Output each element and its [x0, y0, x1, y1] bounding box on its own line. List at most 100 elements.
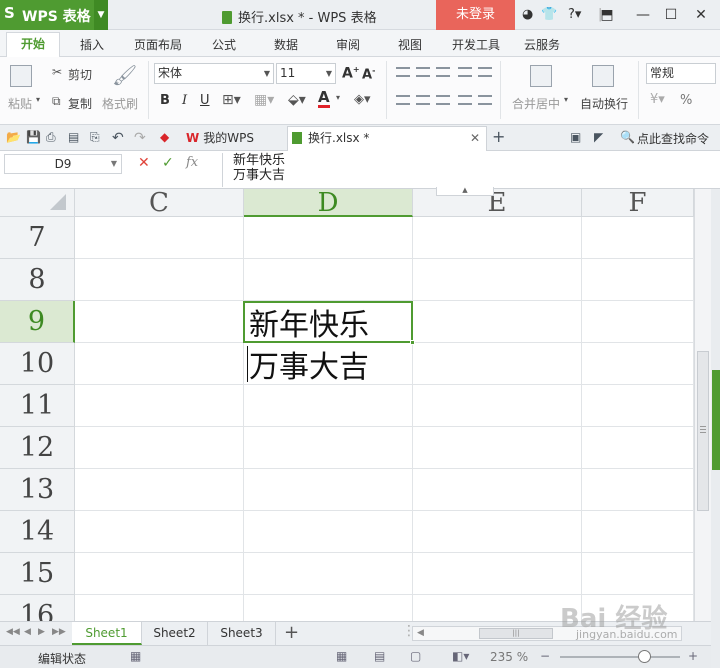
confirm-edit-icon[interactable]: ✓ [162, 155, 174, 171]
cell-d7[interactable] [244, 217, 413, 259]
paste-icon[interactable] [10, 65, 32, 87]
fill-handle[interactable] [410, 340, 415, 345]
font-name-select[interactable]: 宋体 ▼ [154, 63, 274, 84]
wrap-text-button[interactable]: 自动换行 [580, 95, 628, 112]
customize-icon[interactable]: ◆ [160, 130, 169, 144]
chevron-down-icon[interactable]: ▼ [94, 0, 108, 30]
cell-f11[interactable] [582, 385, 694, 427]
cell-e8[interactable] [413, 259, 582, 301]
search-icon[interactable]: 🔍 [620, 130, 635, 144]
cell-c10[interactable] [75, 343, 244, 385]
row-header-15[interactable]: 15 [0, 553, 75, 595]
align-middle-icon[interactable] [416, 67, 430, 77]
cell-d15[interactable] [244, 553, 413, 595]
zoom-level[interactable]: 235 % [490, 650, 528, 664]
chevron-down-icon[interactable]: ▾ [336, 93, 340, 102]
tab-cloud[interactable]: 云服务 [524, 36, 560, 53]
cell-d8[interactable] [244, 259, 413, 301]
new-tab-icon[interactable]: + [492, 127, 505, 146]
border-icon[interactable]: ⊞▾ [222, 92, 241, 108]
cell-f14[interactable] [582, 511, 694, 553]
vertical-scroll-thumb[interactable] [697, 351, 709, 511]
chevron-down-icon[interactable]: ▾ [564, 95, 568, 104]
close-icon[interactable]: ✕ [470, 127, 480, 149]
cell-e9[interactable] [413, 301, 582, 343]
align-right-icon[interactable] [436, 95, 450, 105]
cell-f8[interactable] [582, 259, 694, 301]
copy-button[interactable]: 复制 [68, 95, 92, 112]
cell-d14[interactable] [244, 511, 413, 553]
tab-home[interactable]: 开始 [6, 32, 60, 58]
row-header-7[interactable]: 7 [0, 217, 75, 259]
collapse-formula-bar-button[interactable]: ▲ [436, 187, 494, 196]
font-size-select[interactable]: 11 ▼ [276, 63, 336, 84]
page-break-view-icon[interactable]: ▤ [374, 649, 385, 663]
normal-view-icon[interactable]: ▦ [336, 649, 347, 663]
tab-data[interactable]: 数据 [274, 36, 298, 53]
sheet-tab-3[interactable]: Sheet3 [208, 622, 276, 645]
macro-icon[interactable]: ▦ [130, 649, 141, 663]
merge-center-button[interactable]: 合并居中 [512, 95, 560, 112]
row-header-8[interactable]: 8 [0, 259, 75, 301]
cell-f13[interactable] [582, 469, 694, 511]
tab-page-layout[interactable]: 页面布局 [134, 36, 182, 53]
formula-input[interactable]: 新年快乐 万事大吉 [222, 153, 718, 187]
print-preview-icon[interactable]: ⎙ [46, 130, 56, 145]
cell-c7[interactable] [75, 217, 244, 259]
cell-c16[interactable] [75, 595, 244, 621]
cell-f10[interactable] [582, 343, 694, 385]
task-pane-toggle[interactable] [712, 370, 720, 470]
reading-mode-icon[interactable]: ◧▾ [452, 649, 469, 663]
prev-sheet-icon[interactable]: ◀ [24, 627, 31, 637]
export-pdf-icon[interactable]: ▤ [68, 130, 79, 144]
cell-e10[interactable] [413, 343, 582, 385]
row-header-11[interactable]: 11 [0, 385, 75, 427]
cell-d12[interactable] [244, 427, 413, 469]
cell-c12[interactable] [75, 427, 244, 469]
currency-icon[interactable]: ¥▾ [650, 92, 665, 107]
sheet-tab-2[interactable]: Sheet2 [142, 622, 208, 645]
restore-ribbon-icon[interactable]: ⬒ [596, 4, 618, 26]
cancel-edit-icon[interactable]: ✕ [138, 155, 150, 171]
font-color-icon[interactable]: A [318, 90, 330, 108]
app-menu-button[interactable]: S WPS 表格 ▼ [0, 0, 108, 30]
italic-button[interactable]: I [182, 93, 187, 108]
spreadsheet-grid[interactable]: C D E F 7 8 9 10 11 12 13 14 15 16 新年快乐 … [0, 189, 694, 621]
distribute-icon[interactable] [478, 95, 492, 105]
help-icon[interactable]: ?▾ [568, 6, 581, 24]
outdent-icon[interactable] [478, 67, 492, 77]
column-header-c[interactable]: C [75, 189, 244, 217]
save-icon[interactable]: 💾 [26, 130, 41, 144]
cell-e16[interactable] [413, 595, 582, 621]
increase-font-icon[interactable]: A+ [342, 65, 360, 82]
cell-c9[interactable] [75, 301, 244, 343]
doc-tab-my-wps[interactable]: W 我的WPS [186, 127, 286, 150]
column-header-d[interactable]: D [244, 189, 413, 217]
percent-button[interactable]: % [680, 93, 692, 108]
copy-icon[interactable]: ⧉ [52, 94, 61, 109]
sheet-tab-1[interactable]: Sheet1 [72, 622, 142, 645]
zoom-slider-knob[interactable] [638, 650, 651, 663]
vertical-scrollbar[interactable] [694, 189, 711, 621]
cell-f7[interactable] [582, 217, 694, 259]
skin-icon[interactable]: ◕ [522, 6, 533, 24]
cell-e12[interactable] [413, 427, 582, 469]
tab-insert[interactable]: 插入 [80, 36, 104, 53]
first-sheet-icon[interactable]: ◀◀ [6, 627, 20, 637]
cell-c15[interactable] [75, 553, 244, 595]
column-header-f[interactable]: F [582, 189, 694, 217]
last-sheet-icon[interactable]: ▶▶ [52, 627, 66, 637]
scroll-left-icon[interactable]: ◀ [417, 628, 424, 638]
row-header-10[interactable]: 10 [0, 343, 75, 385]
redo-icon[interactable]: ↷ [134, 130, 146, 146]
bold-button[interactable]: B [160, 93, 170, 108]
indent-icon[interactable] [458, 67, 472, 77]
decrease-font-icon[interactable]: A- [362, 66, 375, 82]
align-top-icon[interactable] [396, 67, 410, 77]
chevron-down-icon[interactable]: ▾ [36, 95, 40, 104]
zoom-slider[interactable] [560, 656, 680, 658]
print-icon[interactable]: ⎘ [90, 130, 100, 145]
folder-icon[interactable]: 📂 [6, 130, 21, 144]
horizontal-scroll-thumb[interactable]: ||| [479, 628, 553, 639]
tab-developer[interactable]: 开发工具 [452, 36, 500, 53]
